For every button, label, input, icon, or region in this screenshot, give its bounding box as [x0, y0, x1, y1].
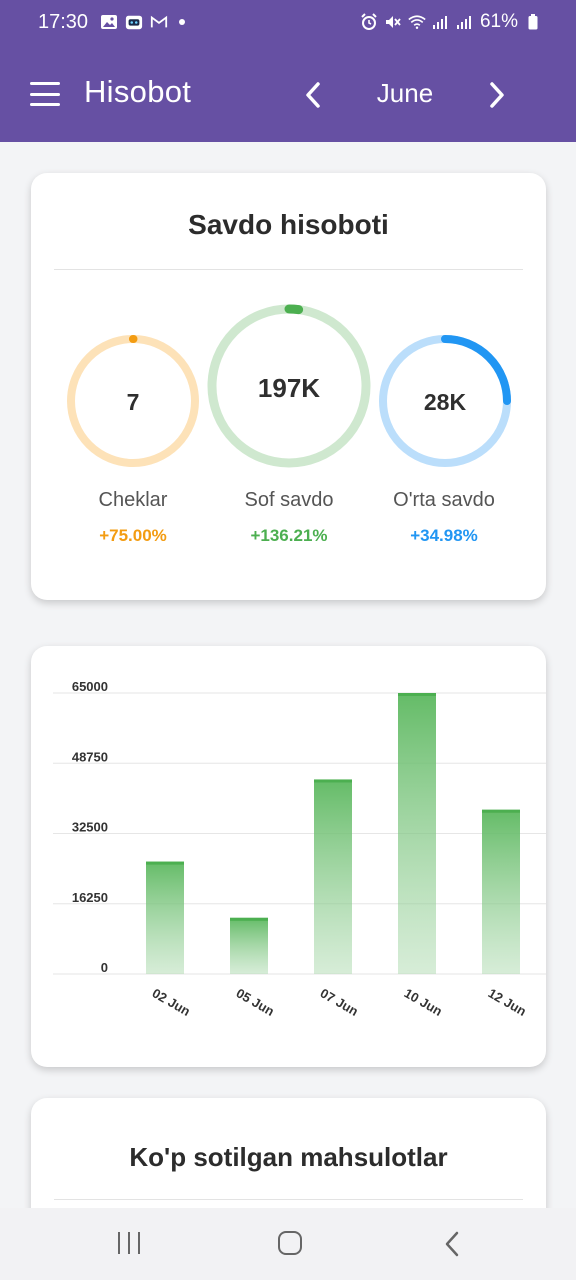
chevron-left-icon[interactable] — [298, 78, 328, 112]
y-tick-label: 16250 — [72, 890, 108, 905]
y-tick-label: 32500 — [72, 820, 108, 835]
x-tick-label: 05 Jun — [234, 985, 277, 1019]
chevron-right-icon[interactable] — [482, 78, 512, 112]
page-title: Hisobot — [84, 74, 192, 109]
signal-icon — [432, 14, 450, 30]
divider — [54, 269, 523, 270]
alarm-icon — [360, 13, 378, 30]
average-sales-label: O'rta savdo — [393, 489, 495, 511]
sales-report-title: Savdo hisoboti — [188, 209, 389, 240]
x-tick-label: 07 Jun — [318, 985, 361, 1019]
home-icon[interactable] — [278, 1231, 302, 1255]
bar-top — [482, 809, 520, 813]
battery-icon — [524, 14, 542, 30]
recents-icon[interactable] — [118, 1232, 140, 1254]
bar-top — [230, 917, 268, 921]
x-tick-label: 12 Jun — [486, 985, 529, 1019]
bar — [482, 809, 520, 974]
robot-icon — [125, 14, 143, 30]
bar — [314, 779, 352, 974]
top-products-title: Ko'p sotilgan mahsulotlar — [129, 1142, 448, 1172]
gallery-icon — [100, 14, 118, 30]
battery-percent: 61% — [479, 11, 518, 32]
status-time: 17:30 — [38, 10, 89, 33]
y-tick-label: 48750 — [72, 749, 108, 764]
average-sales-value: 28K — [423, 389, 467, 415]
checks-change: +75.00% — [99, 526, 167, 545]
notification-dot-icon — [179, 19, 186, 25]
month-label: June — [376, 78, 434, 108]
bar — [146, 861, 184, 974]
sales-bar-chart: 0 16250 32500 48750 65000 02 Jun 05 Jun 07 Jun 1… — [53, 679, 546, 1019]
mute-icon — [384, 14, 402, 30]
menu-icon[interactable] — [30, 82, 60, 106]
sales-chart-card: 0 16250 32500 48750 65000 02 Jun 05 Jun 07 Jun 1… — [31, 646, 546, 1067]
app-bar: Hisobot June — [0, 44, 576, 142]
average-sales-change: +34.98% — [410, 526, 478, 545]
back-icon[interactable] — [442, 1230, 462, 1258]
x-tick-label: 10 Jun — [402, 985, 445, 1019]
signal-icon-2 — [456, 14, 474, 30]
wifi-icon — [408, 14, 426, 30]
bar-top — [146, 861, 184, 865]
bar — [230, 917, 268, 974]
checks-ring: 7 — [65, 333, 201, 469]
net-sales-label: Sof savdo — [244, 489, 334, 511]
checks-value: 7 — [126, 389, 140, 415]
system-nav-bar — [0, 1208, 576, 1280]
bar — [398, 693, 436, 974]
net-sales-change: +136.21% — [250, 526, 328, 545]
gmail-icon — [150, 14, 168, 30]
y-tick-label: 65000 — [72, 679, 108, 694]
average-sales-ring: 28K — [377, 333, 513, 469]
y-tick-label: 0 — [101, 960, 108, 975]
x-tick-label: 02 Jun — [150, 985, 193, 1019]
net-sales-value: 197K — [257, 373, 321, 403]
bar-top — [314, 779, 352, 783]
net-sales-ring: 197K — [206, 303, 372, 469]
checks-label: Cheklar — [98, 489, 168, 511]
divider — [54, 1199, 523, 1200]
sales-report-card: Savdo hisoboti 7 Cheklar +75.00% 197K So… — [31, 173, 546, 600]
bar-top — [398, 693, 436, 696]
status-bar: 17:30 61% — [0, 0, 576, 44]
